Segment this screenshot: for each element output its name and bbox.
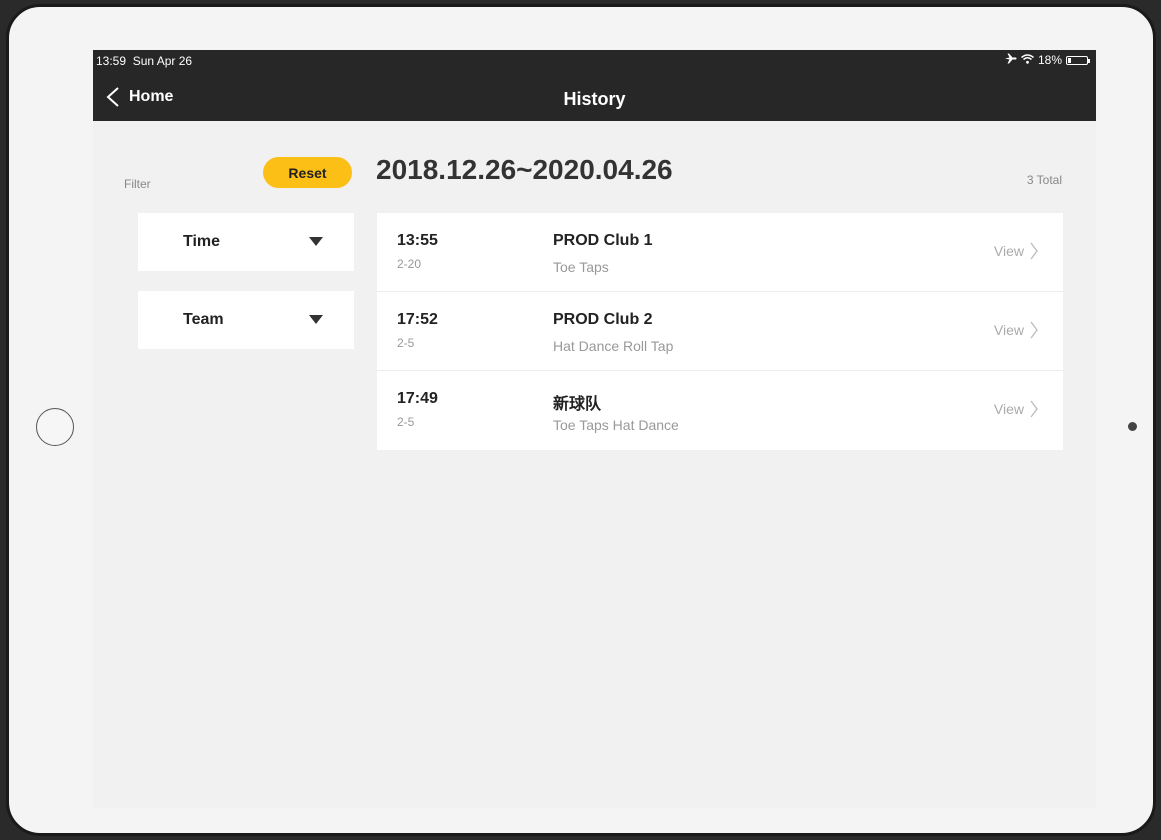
reset-button[interactable]: Reset [263, 157, 352, 188]
status-bar-indicators: 18% [1004, 53, 1090, 67]
chevron-right-icon [1030, 400, 1038, 418]
view-button[interactable]: View [994, 399, 1039, 419]
app-screen: 13:59 Sun Apr 26 18% Home History Filter… [93, 50, 1096, 808]
session-date: 2-20 [397, 257, 422, 271]
status-time: 13:59 [96, 54, 127, 68]
caret-down-icon [309, 315, 323, 324]
session-time: 17:52 [397, 311, 438, 328]
team-name: PROD Club 1 [553, 232, 653, 249]
total-count: 3 Total [1026, 173, 1062, 187]
session-date: 2-5 [397, 336, 415, 350]
view-label: View [993, 243, 1024, 259]
view-button[interactable]: View [994, 320, 1039, 340]
wifi-icon [1020, 53, 1034, 67]
battery-icon [1066, 55, 1090, 65]
front-camera [1128, 422, 1137, 431]
team-filter-label: Team [183, 311, 224, 328]
history-row[interactable]: 13:55 2-20 PROD Club 1 Toe Taps View [377, 213, 1063, 292]
moves-summary: Hat Dance Roll Tap [553, 338, 674, 354]
airplane-icon [1004, 53, 1017, 67]
page-title: History [563, 89, 626, 109]
caret-down-icon [309, 237, 323, 246]
session-time: 13:55 [397, 232, 438, 249]
view-label: View [993, 401, 1024, 417]
history-row[interactable]: 17:52 2-5 PROD Club 2 Hat Dance Roll Tap… [377, 292, 1063, 371]
battery-level-fill [1068, 57, 1071, 63]
team-filter-dropdown[interactable]: Team [138, 291, 354, 349]
history-list: 13:55 2-20 PROD Club 1 Toe Taps View 17:… [377, 213, 1063, 450]
home-hardware-button[interactable] [36, 408, 74, 446]
date-range-title: 2018.12.26~2020.04.26 [376, 154, 673, 185]
navigation-bar: 13:59 Sun Apr 26 18% Home History [93, 50, 1096, 121]
battery-percent: 18% [1037, 53, 1062, 67]
view-button[interactable]: View [994, 241, 1039, 261]
view-label: View [993, 322, 1024, 338]
session-time: 17:49 [397, 390, 438, 407]
time-filter-dropdown[interactable]: Time [138, 213, 354, 271]
team-name: PROD Club 2 [553, 311, 653, 328]
moves-summary: Toe Taps [553, 259, 609, 275]
status-bar-clock: 13:59 Sun Apr 26 [96, 54, 192, 68]
moves-summary: Toe Taps Hat Dance [553, 417, 679, 433]
status-date: Sun Apr 26 [132, 54, 193, 68]
team-name: 新球队 [553, 396, 602, 413]
chevron-right-icon [1030, 242, 1038, 260]
filter-label: Filter [124, 177, 151, 191]
chevron-right-icon [1030, 321, 1038, 339]
tablet-frame: 13:59 Sun Apr 26 18% Home History Filter… [6, 4, 1156, 836]
time-filter-label: Time [183, 233, 221, 250]
history-row[interactable]: 17:49 2-5 新球队 Toe Taps Hat Dance View [377, 371, 1063, 450]
session-date: 2-5 [397, 415, 415, 429]
